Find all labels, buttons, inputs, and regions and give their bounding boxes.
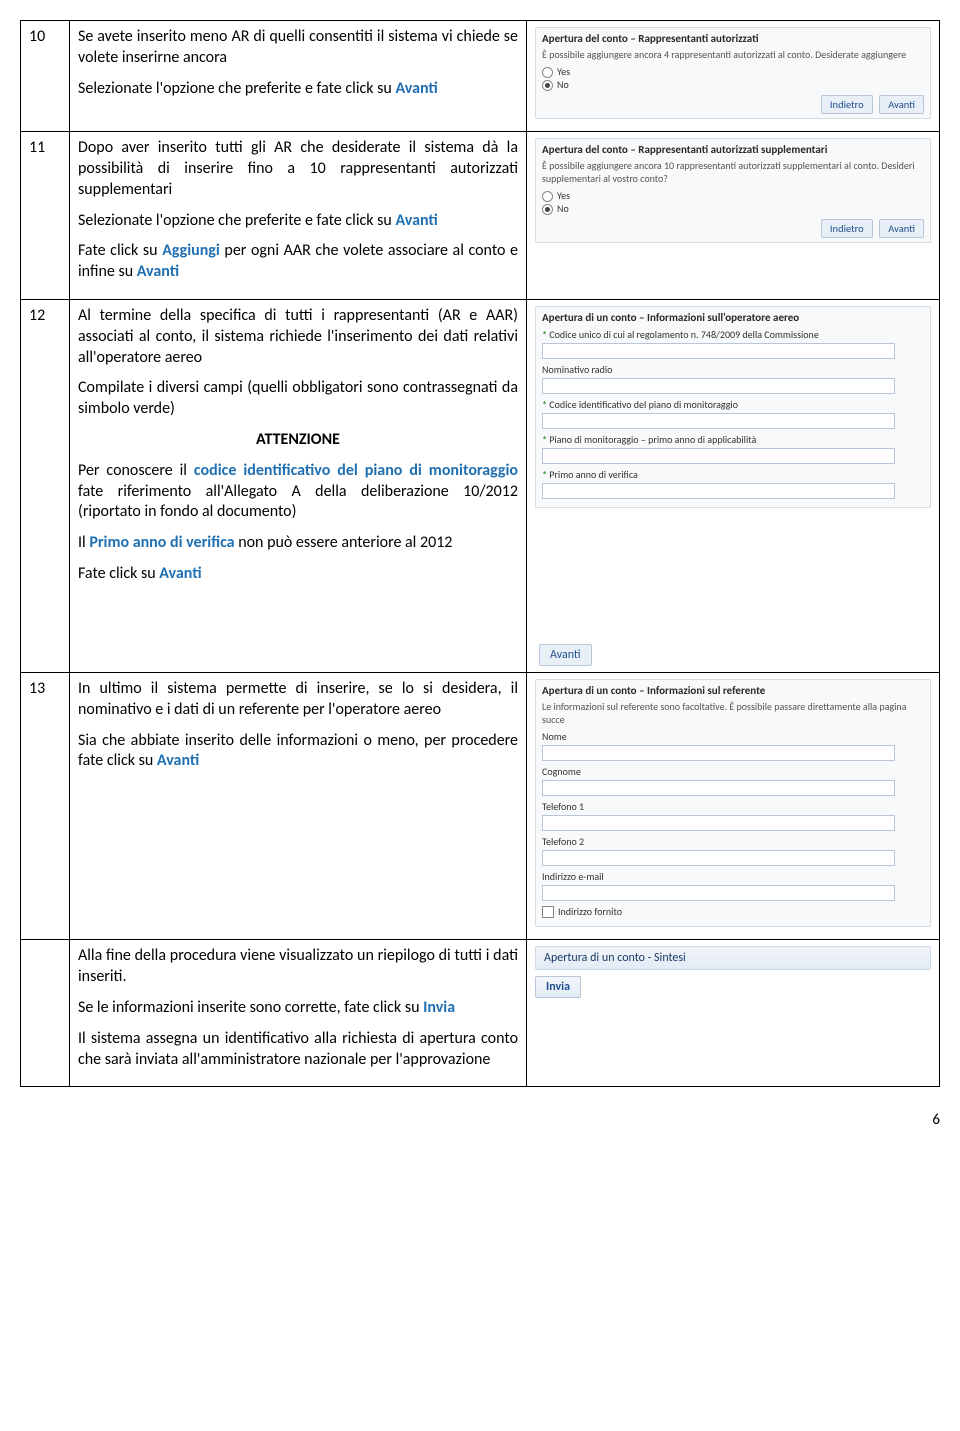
- checkbox-row[interactable]: Indirizzo fornito: [542, 905, 924, 918]
- step-number: 10: [21, 21, 70, 132]
- field-label: Nome: [542, 730, 924, 743]
- step-number: 11: [21, 132, 70, 300]
- text: Compilate i diversi campi (quelli obblig…: [78, 378, 518, 420]
- steps-table: 10 Se avete inserito meno AR di quelli c…: [20, 20, 940, 1087]
- radio-icon: [542, 67, 553, 78]
- page-number: 6: [20, 1111, 940, 1129]
- num-11: 11: [29, 138, 45, 157]
- screenshot-cell: Apertura di un conto – Informazioni sull…: [527, 300, 940, 673]
- invia-button[interactable]: Invia: [535, 976, 581, 998]
- attention-heading: ATTENZIONE: [78, 430, 518, 451]
- num-10: 10: [29, 27, 45, 46]
- text: Se le informazioni inserite sono corrett…: [78, 998, 518, 1019]
- panel-ar: Apertura del conto – Rappresentanti auto…: [535, 27, 931, 119]
- field-label: Telefono 2: [542, 835, 924, 848]
- field-label: Telefono 1: [542, 800, 924, 813]
- radio-no[interactable]: No: [542, 202, 924, 215]
- text-input[interactable]: [542, 343, 895, 359]
- back-button[interactable]: Indietro: [821, 219, 873, 238]
- panel-title: Apertura del conto – Rappresentanti auto…: [542, 143, 924, 156]
- text-input[interactable]: [542, 413, 895, 429]
- screenshot-cell: Apertura di un conto – Informazioni sul …: [527, 673, 940, 940]
- radio-yes[interactable]: Yes: [542, 65, 924, 78]
- radio-yes[interactable]: Yes: [542, 189, 924, 202]
- next-button[interactable]: Avanti: [879, 95, 924, 114]
- num-12: 12: [29, 306, 45, 325]
- step-number: [21, 940, 70, 1087]
- panel-sub: È possibile aggiungere ancora 10 rappres…: [542, 159, 924, 185]
- table-row: 11 Dopo aver inserito tutti gli AR che d…: [21, 132, 940, 300]
- step-text: Alla fine della procedura viene visualiz…: [70, 940, 527, 1087]
- text: Al termine della specifica di tutti i ra…: [78, 306, 518, 368]
- table-row: Alla fine della procedura viene visualiz…: [21, 940, 940, 1087]
- panel-title: Apertura del conto – Rappresentanti auto…: [542, 32, 924, 45]
- next-wrap: Avanti: [535, 644, 931, 666]
- num-13: 13: [29, 679, 45, 698]
- text: Se avete inserito meno AR di quelli cons…: [78, 27, 518, 69]
- radio-icon: [542, 191, 553, 202]
- spacer: [535, 514, 931, 644]
- text: Sia che abbiate inserito delle informazi…: [78, 731, 518, 773]
- text: Il Primo anno di verifica non può essere…: [78, 533, 518, 554]
- field-label: Indirizzo e-mail: [542, 870, 924, 883]
- text: In ultimo il sistema permette di inserir…: [78, 679, 518, 721]
- panel-sub: Le informazioni sul referente sono facol…: [542, 700, 924, 726]
- field-label: * Codice unico di cui al regolamento n. …: [542, 328, 924, 341]
- field-label: * Primo anno di verifica: [542, 468, 924, 481]
- text: Per conoscere il codice identificativo d…: [78, 461, 518, 523]
- text-input[interactable]: [542, 885, 895, 901]
- text-input[interactable]: [542, 780, 895, 796]
- panel-title: Apertura di un conto – Informazioni sul …: [542, 684, 924, 697]
- field-label: Cognome: [542, 765, 924, 778]
- text: Alla fine della procedura viene visualiz…: [78, 946, 518, 988]
- step-text: Dopo aver inserito tutti gli AR che desi…: [70, 132, 527, 300]
- text: Fate click su Avanti: [78, 564, 518, 585]
- text: Il sistema assegna un identificativo all…: [78, 1029, 518, 1071]
- back-button[interactable]: Indietro: [821, 95, 873, 114]
- panel-aar: Apertura del conto – Rappresentanti auto…: [535, 138, 931, 243]
- text-input[interactable]: [542, 815, 895, 831]
- text-input[interactable]: [542, 378, 895, 394]
- table-row: 12 Al termine della specifica di tutti i…: [21, 300, 940, 673]
- screenshot-cell: Apertura di un conto - Sintesi Invia: [527, 940, 940, 1087]
- radio-icon: [542, 80, 553, 91]
- field-label: * Codice identificativo del piano di mon…: [542, 398, 924, 411]
- table-row: 10 Se avete inserito meno AR di quelli c…: [21, 21, 940, 132]
- step-text: Se avete inserito meno AR di quelli cons…: [70, 21, 527, 132]
- text-input[interactable]: [542, 448, 895, 464]
- field-label: * Piano di monitoraggio – primo anno di …: [542, 433, 924, 446]
- text: Selezionate l'opzione che preferite e fa…: [78, 211, 518, 232]
- screenshot-cell: Apertura del conto – Rappresentanti auto…: [527, 21, 940, 132]
- panel-sub: È possibile aggiungere ancora 4 rapprese…: [542, 48, 924, 61]
- text: Fate click su Aggiungi per ogni AAR che …: [78, 241, 518, 283]
- screenshot-cell: Apertura del conto – Rappresentanti auto…: [527, 132, 940, 300]
- radio-icon: [542, 204, 553, 215]
- text: Dopo aver inserito tutti gli AR che desi…: [78, 138, 518, 200]
- next-button[interactable]: Avanti: [539, 644, 592, 666]
- radio-no[interactable]: No: [542, 78, 924, 91]
- sintesi-title-bar: Apertura di un conto - Sintesi: [535, 946, 931, 970]
- panel-referente: Apertura di un conto – Informazioni sul …: [535, 679, 931, 927]
- step-text: Al termine della specifica di tutti i ra…: [70, 300, 527, 673]
- field-label: Nominativo radio: [542, 363, 924, 376]
- next-button[interactable]: Avanti: [879, 219, 924, 238]
- step-number: 12: [21, 300, 70, 673]
- panel-title: Apertura di un conto – Informazioni sull…: [542, 311, 924, 324]
- table-row: 13 In ultimo il sistema permette di inse…: [21, 673, 940, 940]
- text: Selezionate l'opzione che preferite e fa…: [78, 79, 518, 100]
- text-input[interactable]: [542, 745, 895, 761]
- panel-operatore: Apertura di un conto – Informazioni sull…: [535, 306, 931, 508]
- text-input[interactable]: [542, 850, 895, 866]
- step-text: In ultimo il sistema permette di inserir…: [70, 673, 527, 940]
- checkbox-icon: [542, 906, 554, 918]
- text-input[interactable]: [542, 483, 895, 499]
- step-number: 13: [21, 673, 70, 940]
